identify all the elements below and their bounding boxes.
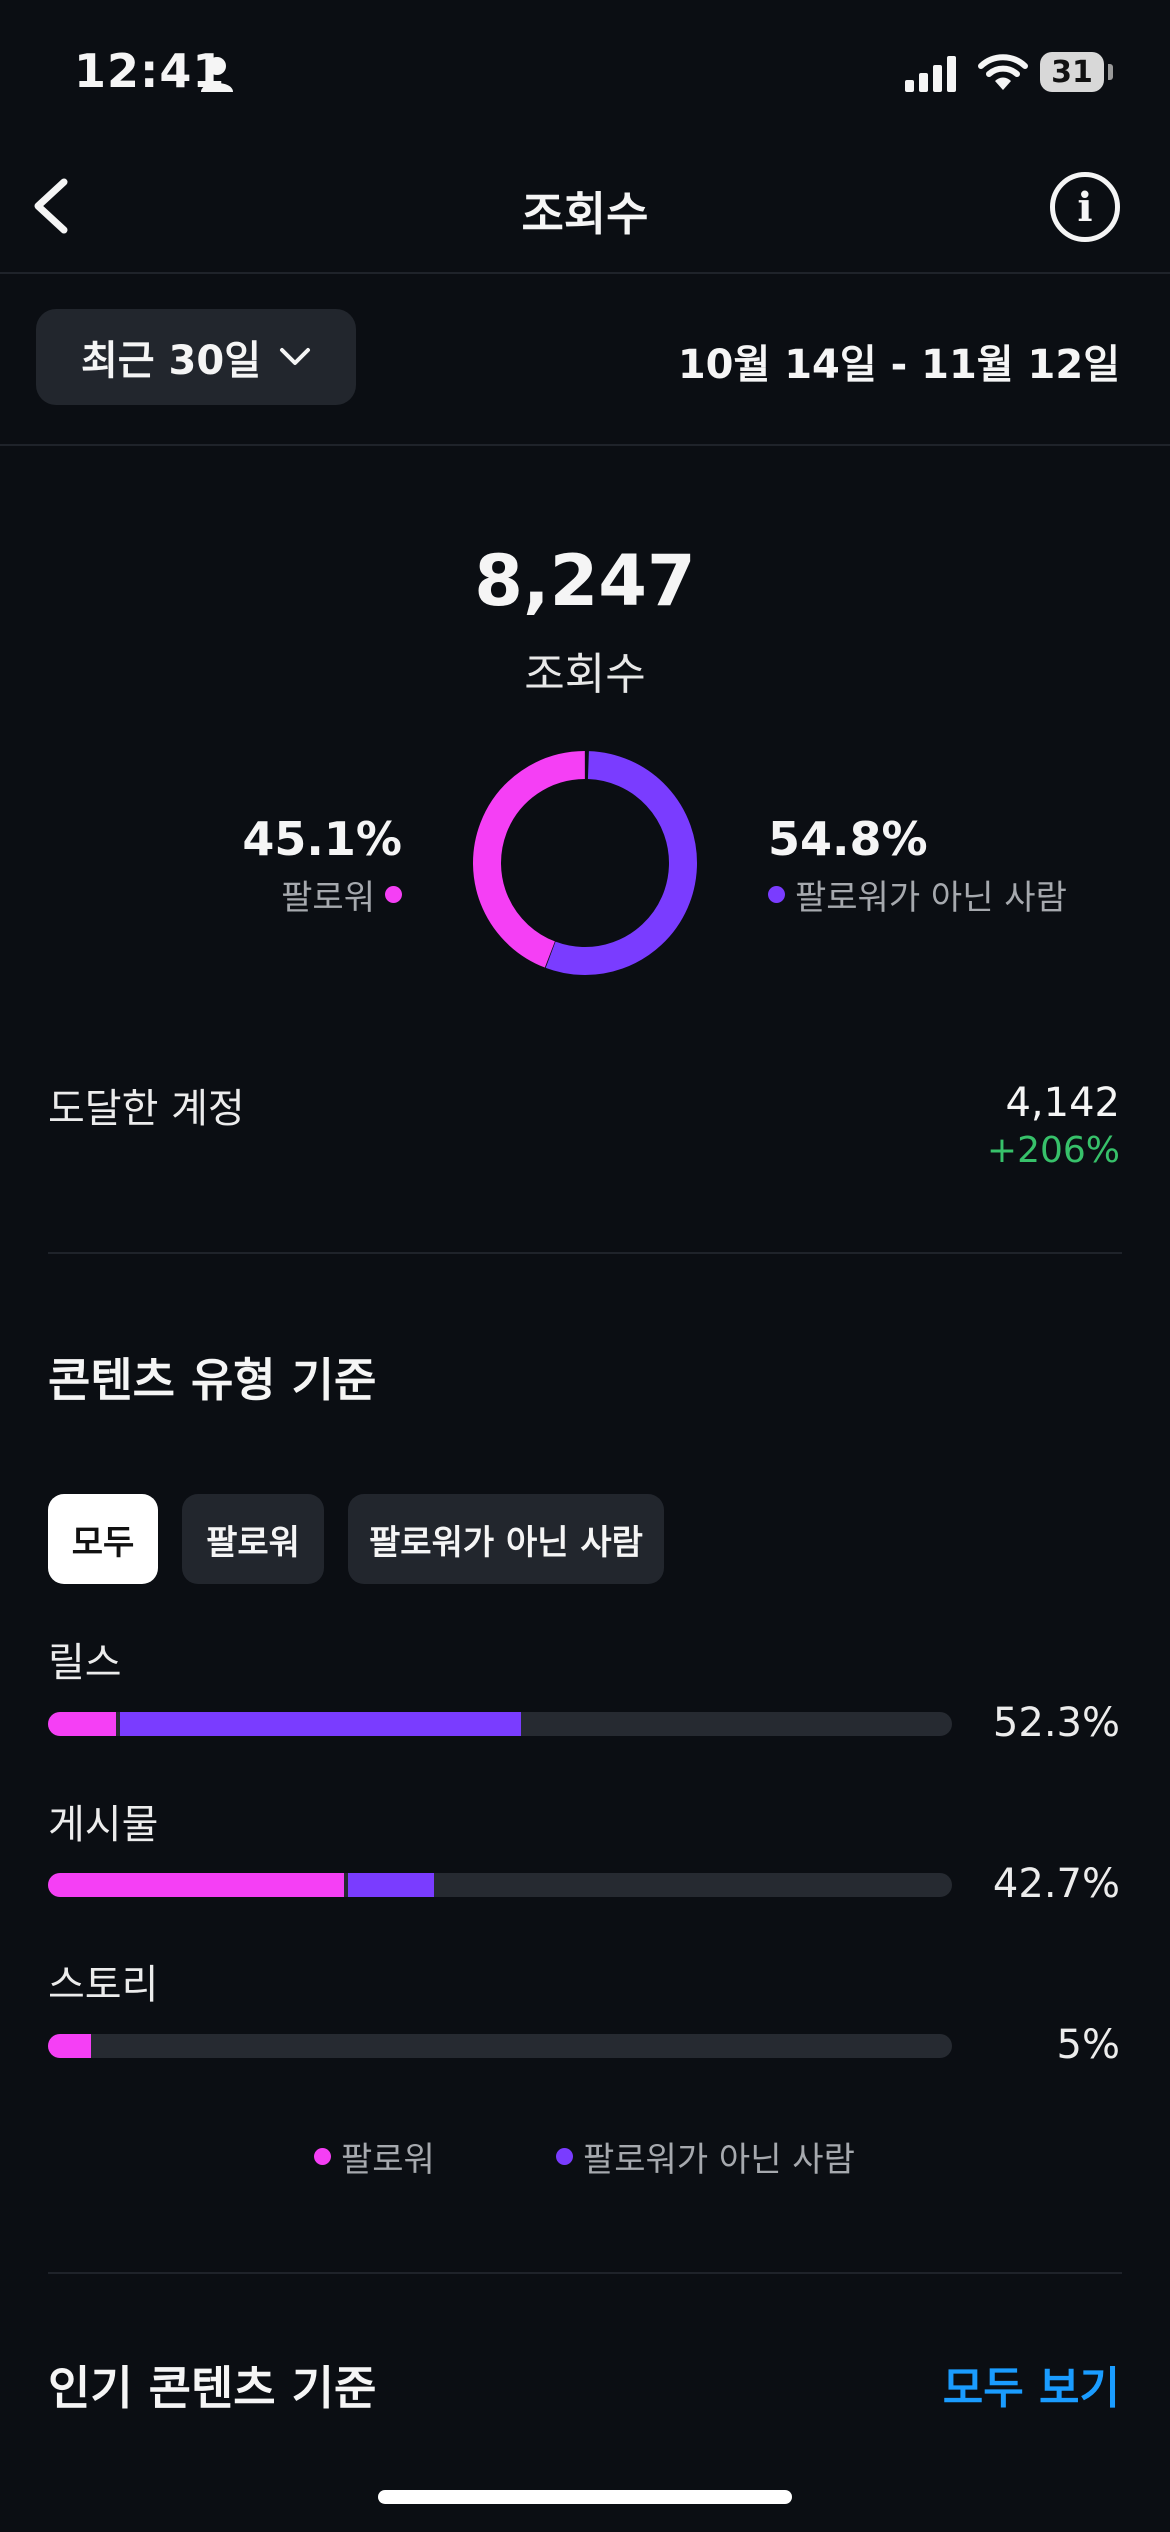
non-followers-label: 팔로워가 아닌 사람	[795, 878, 1067, 918]
posts-bar-non-followers	[348, 1873, 434, 1897]
posts-bar	[48, 1873, 952, 1897]
filter-followers-chip[interactable]: 팔로워	[182, 1494, 324, 1584]
date-range: 10월 14일 - 11월 12일	[677, 342, 1120, 388]
posts-bar-followers	[48, 1873, 344, 1897]
filter-non-followers-chip[interactable]: 팔로워가 아닌 사람	[348, 1494, 664, 1584]
reached-accounts-change: +206%	[986, 1130, 1120, 1171]
period-dropdown[interactable]: 최근 30일	[36, 309, 356, 405]
views-donut-chart	[473, 751, 697, 975]
reached-accounts-value: 4,142	[1005, 1080, 1120, 1126]
non-followers-legend: 팔로워가 아닌 사람	[768, 870, 1067, 919]
top-content-title: 인기 콘텐츠 기준	[48, 2361, 377, 2415]
non-followers-pct: 54.8%	[768, 812, 928, 866]
followers-pct: 45.1%	[242, 812, 402, 866]
reels-bar-followers	[48, 1712, 116, 1736]
period-divider	[0, 444, 1170, 446]
info-icon[interactable]: i	[1050, 172, 1120, 242]
home-indicator	[378, 2490, 792, 2504]
total-views-value: 8,247	[474, 540, 696, 622]
posts-pct: 42.7%	[992, 1861, 1120, 1907]
non-followers-dot	[768, 886, 785, 903]
stories-bar	[48, 2034, 952, 2058]
reach-divider	[48, 1252, 1122, 1254]
battery-icon: 31	[1040, 52, 1104, 92]
person-icon	[201, 57, 233, 92]
legend-non-followers-dot	[556, 2148, 573, 2165]
legend-followers-dot	[314, 2148, 331, 2165]
stories-label: 스토리	[48, 1962, 159, 2008]
reels-label: 릴스	[48, 1640, 122, 1686]
legend-followers-label: 팔로워	[341, 2140, 435, 2180]
legend-followers: 팔로워	[314, 2132, 435, 2181]
followers-label: 팔로워	[281, 878, 375, 918]
followers-dot	[385, 886, 402, 903]
legend-non-followers: 팔로워가 아닌 사람	[556, 2132, 855, 2181]
reached-accounts-label: 도달한 계정	[48, 1086, 245, 1132]
content-type-divider	[48, 2272, 1122, 2274]
page-title: 조회수	[521, 187, 649, 241]
header-divider	[0, 272, 1170, 274]
chevron-down-icon	[280, 348, 310, 365]
legend-non-followers-label: 팔로워가 아닌 사람	[583, 2140, 855, 2180]
stories-pct: 5%	[1056, 2022, 1120, 2068]
reels-bar	[48, 1712, 952, 1736]
posts-label: 게시물	[48, 1802, 159, 1848]
followers-legend: 팔로워	[281, 870, 402, 919]
filter-all-chip[interactable]: 모두	[48, 1494, 158, 1584]
reels-bar-non-followers	[120, 1712, 521, 1736]
reels-pct: 52.3%	[992, 1700, 1120, 1746]
battery-tip	[1108, 64, 1113, 80]
stories-bar-followers	[48, 2034, 91, 2058]
period-label: 최근 30일	[81, 338, 261, 384]
signal-icon	[905, 56, 956, 92]
see-all-link[interactable]: 모두 보기	[943, 2352, 1120, 2416]
total-views-label: 조회수	[524, 649, 646, 700]
wifi-icon	[978, 54, 1028, 90]
content-type-title: 콘텐츠 유형 기준	[48, 1353, 377, 1407]
